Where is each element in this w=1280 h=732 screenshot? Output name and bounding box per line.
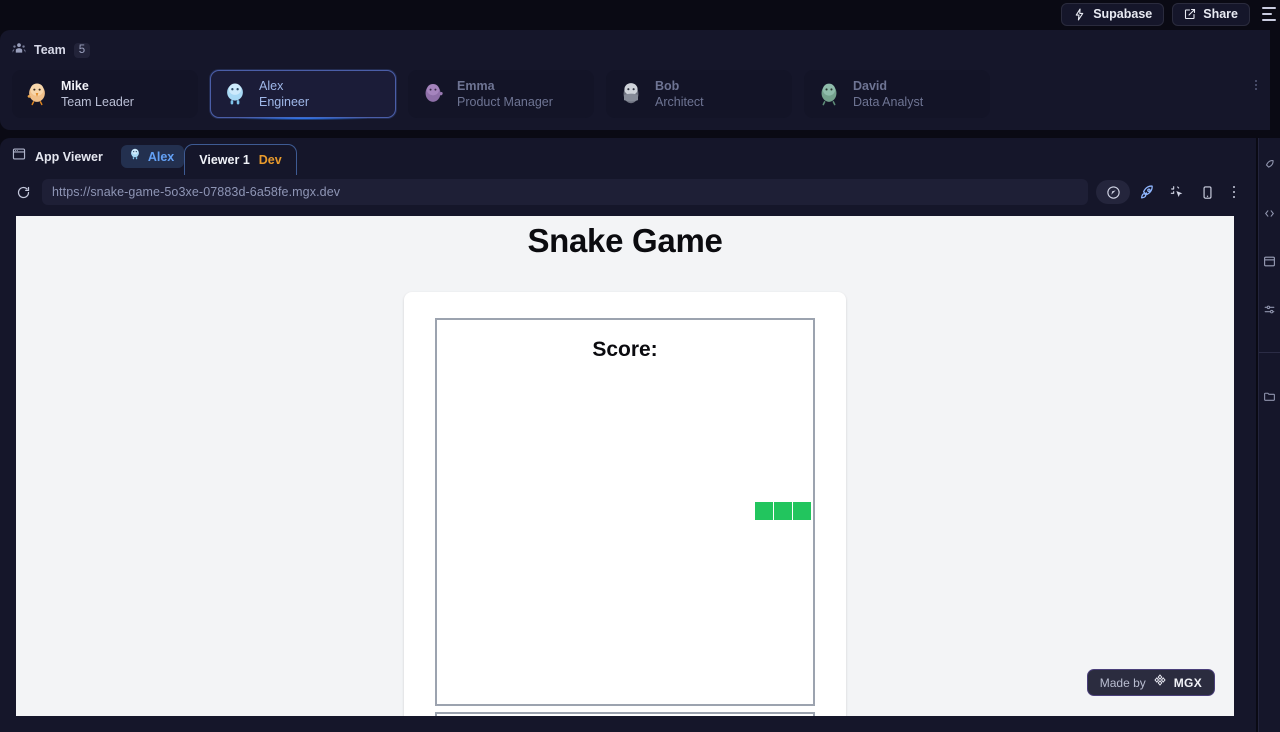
game-secondary-panel	[435, 712, 815, 716]
team-count-badge: 5	[73, 42, 91, 58]
team-member-mike[interactable]: Mike Team Leader	[12, 70, 198, 118]
avatar-alex	[221, 80, 249, 108]
team-label: Team	[34, 43, 66, 57]
browser-window-icon	[12, 147, 26, 166]
external-link-icon	[1184, 8, 1196, 20]
member-name: Mike	[61, 78, 89, 93]
more-options-icon[interactable]	[1224, 181, 1244, 203]
member-role: Team Leader	[61, 94, 134, 109]
app-preview-page: Snake Game Score: Made by MGX	[16, 216, 1234, 716]
member-role: Data Analyst	[853, 94, 924, 109]
alex-avatar-icon	[128, 147, 142, 166]
folder-icon[interactable]	[1259, 387, 1280, 405]
browser-preview-icon[interactable]	[1259, 252, 1280, 270]
mobile-device-icon[interactable]	[1194, 180, 1220, 204]
member-role: Architect	[655, 94, 704, 109]
magic-cursor-icon[interactable]	[1164, 180, 1190, 204]
mgx-diamond-logo-icon	[1153, 673, 1167, 692]
game-board-wrapper: Score:	[435, 318, 815, 706]
game-card: Score:	[404, 292, 846, 716]
member-name: Alex	[259, 78, 284, 93]
team-panel-more-icon[interactable]	[1250, 80, 1262, 90]
team-member-list: Mike Team Leader Alex Engineer Emma Prod…	[12, 70, 1270, 120]
tab-viewer-1[interactable]: Viewer 1 Dev	[184, 144, 297, 175]
member-name: Emma	[457, 78, 495, 93]
made-by-mgx-badge[interactable]: Made by MGX	[1086, 669, 1215, 696]
team-member-emma[interactable]: Emma Product Manager	[408, 70, 594, 118]
snake-segment	[793, 502, 811, 520]
member-role: Product Manager	[457, 94, 553, 109]
member-text: Alex Engineer	[259, 78, 310, 109]
made-by-label: Made by	[1099, 675, 1146, 690]
score-label: Score:	[592, 338, 658, 361]
page-title: Snake Game	[527, 222, 723, 259]
app-viewer-label: App Viewer	[35, 149, 103, 164]
right-sidebar-rail	[1258, 138, 1280, 732]
browser-tool-icons	[1096, 180, 1248, 204]
app-viewer-title: App Viewer	[12, 138, 103, 175]
team-header: Team 5	[12, 42, 1270, 58]
viewer-chip-label: Alex	[147, 149, 175, 164]
game-board[interactable]: Score:	[435, 318, 815, 706]
member-name: Bob	[655, 78, 680, 93]
member-text: Emma Product Manager	[457, 78, 553, 109]
avatar-david	[815, 80, 843, 108]
hamburger-menu-icon[interactable]	[1262, 3, 1276, 25]
member-role: Engineer	[259, 94, 310, 109]
team-panel: Team 5 Mike Team Leader Alex Engineer Em…	[0, 30, 1270, 130]
rocket-icon[interactable]	[1259, 156, 1280, 174]
supabase-label: Supabase	[1093, 7, 1153, 21]
compass-icon[interactable]	[1096, 180, 1130, 204]
top-bar: Supabase Share	[0, 0, 1280, 28]
avatar-emma	[419, 80, 447, 108]
member-name: David	[853, 78, 888, 93]
rail-divider	[1259, 352, 1280, 353]
tab-viewer-1-badge: Dev	[258, 153, 282, 167]
avatar-bob	[617, 80, 645, 108]
url-input[interactable]: https://snake-game-5o3xe-07883d-6a58fe.m…	[42, 179, 1088, 205]
lightning-bolt-icon	[1073, 8, 1086, 21]
snake-segment	[755, 502, 773, 520]
team-member-david[interactable]: David Data Analyst	[804, 70, 990, 118]
app-root: Supabase Share Team 5 Mike Team Leader A…	[0, 0, 1280, 732]
supabase-button[interactable]: Supabase	[1061, 2, 1165, 26]
viewer-chip-alex[interactable]: Alex	[120, 145, 185, 168]
mgx-label: MGX	[1173, 675, 1202, 690]
team-member-alex[interactable]: Alex Engineer	[210, 70, 396, 120]
avatar-mike	[23, 80, 51, 108]
team-member-bob[interactable]: Bob Architect	[606, 70, 792, 118]
refresh-icon[interactable]	[12, 181, 34, 203]
member-text: David Data Analyst	[853, 78, 924, 109]
viewer-tabs-row: App Viewer Alex Viewer 1 Dev	[0, 138, 1256, 175]
browser-url-bar: https://snake-game-5o3xe-07883d-6a58fe.m…	[0, 175, 1256, 209]
member-text: Mike Team Leader	[61, 78, 134, 109]
code-blocks-icon[interactable]	[1259, 204, 1280, 222]
share-label: Share	[1203, 7, 1238, 21]
share-button[interactable]: Share	[1172, 2, 1250, 26]
snake-segment	[774, 502, 792, 520]
rocket-icon[interactable]	[1134, 180, 1160, 204]
settings-sliders-icon[interactable]	[1259, 300, 1280, 318]
team-people-icon	[12, 41, 26, 60]
member-text: Bob Architect	[655, 78, 704, 109]
tab-viewer-1-label: Viewer 1	[199, 153, 250, 167]
